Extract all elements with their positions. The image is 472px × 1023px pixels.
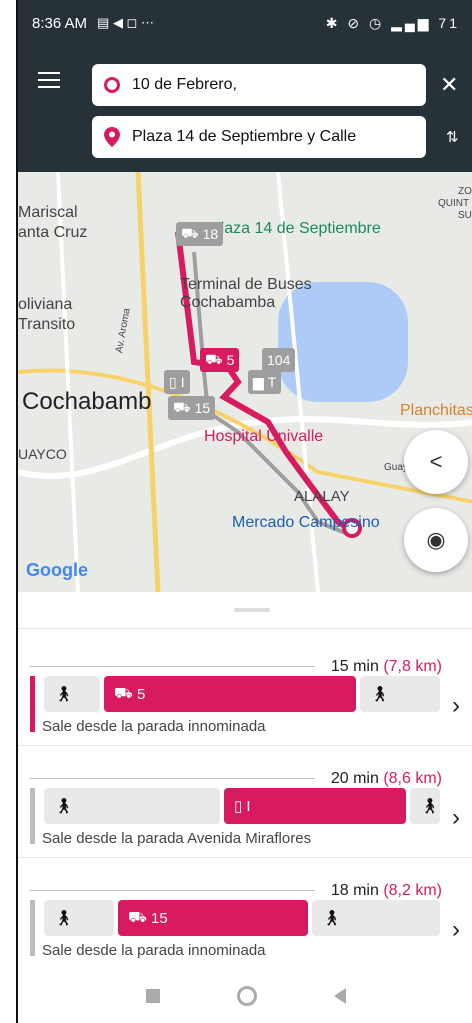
bus-segment: ⛟ 5 — [104, 676, 356, 712]
chevron-right-icon[interactable]: › — [452, 804, 460, 832]
route-time: 18 min (8,2 km) — [330, 882, 442, 899]
menu-icon[interactable] — [38, 72, 60, 88]
google-logo: Google — [26, 560, 88, 580]
destination-pin-icon — [104, 127, 120, 147]
route-accent — [30, 676, 35, 732]
origin-field[interactable]: 10 de Febrero, — [92, 64, 426, 106]
map-label-mercado: Mercado Campesino — [232, 514, 380, 531]
walk-icon: 🚶︎ — [420, 798, 440, 815]
walk-segment: 🚶︎ — [44, 676, 100, 712]
walk-icon: 🚶︎ — [370, 686, 390, 703]
map-chip-104: 104 — [262, 348, 296, 372]
origin-ring-icon — [104, 77, 120, 93]
car-icon: ▆ — [253, 373, 264, 390]
route-line — [30, 778, 315, 779]
swap-icon[interactable]: ⇅ — [446, 128, 459, 146]
bus-icon: ⛟ — [181, 224, 199, 241]
walk-segment: 🚶︎ — [312, 900, 440, 936]
map-label-mariscal: Mariscal — [18, 204, 78, 221]
walk-icon: 🚶︎ — [54, 910, 74, 927]
map-label-planchitas: Planchitas — [400, 402, 472, 419]
walk-icon: 🚶︎ — [54, 686, 74, 703]
status-time: 8:36 AM — [32, 14, 88, 32]
route-line — [30, 666, 315, 667]
app-frame: 8:36 AM ▤ ◀ ◻ ⋯ ✱ ⊘ ◷ ▂▄▆ 71 10 de Febre… — [16, 0, 472, 1023]
system-nav-bar — [18, 968, 472, 1023]
walk-segment: 🚶︎ — [360, 676, 440, 712]
map-label-hospital: Hospital Univalle — [204, 428, 324, 445]
route-line — [30, 890, 315, 891]
map-label-plaza: Plaza 14 de Septiembre — [210, 220, 381, 237]
route-option-3[interactable]: 18 min (8,2 km) 🚶︎ ⛟ 15 🚶︎ Sale desde la… — [18, 852, 472, 962]
home-icon[interactable] — [236, 985, 257, 1006]
route-time: 15 min (7,8 km) — [330, 658, 442, 675]
map-chip-rail: ▯ I — [164, 370, 190, 394]
map-view[interactable]: Mariscal anta Cruz oliviana Transito Pla… — [18, 172, 472, 592]
route-description: Sale desde la parada innominada — [42, 718, 266, 735]
map-label-quint: QUINT — [438, 198, 470, 209]
rail-icon: ▯ — [234, 798, 247, 815]
map-label-su: SU — [458, 210, 472, 221]
map-label-terminal-2: Cochabamba — [180, 294, 276, 311]
map-chip-bus-5: ⛟ 5 — [200, 348, 240, 372]
walk-segment: 🚶︎ — [410, 788, 440, 824]
route-option-2[interactable]: 20 min (8,6 km) 🚶︎ ▯ I 🚶︎ Sale desde la … — [18, 740, 472, 850]
map-label-zo: ZO — [458, 186, 472, 197]
walk-segment: 🚶︎ — [44, 900, 114, 936]
bus-icon: ⛟ — [128, 908, 152, 926]
my-location-icon: ◉ — [426, 527, 446, 552]
routes-sheet: 15 min (7,8 km) 🚶︎ ⛟ 5 🚶︎ Sale desde la … — [18, 592, 472, 972]
route-accent — [30, 788, 35, 844]
map-label-uayco: UAYCO — [18, 446, 67, 462]
search-header: 10 de Febrero, ✕ Plaza 14 de Septiembre … — [18, 46, 472, 172]
status-right-icons: ✱ ⊘ ◷ ▂▄▆ 71 — [325, 14, 460, 31]
bus-segment: ⛟ 15 — [118, 900, 308, 936]
walk-icon: 🚶︎ — [322, 910, 342, 927]
route-time: 20 min (8,6 km) — [330, 770, 442, 787]
chevron-right-icon[interactable]: › — [452, 692, 460, 720]
destination-text: Plaza 14 de Septiembre y Calle — [132, 128, 357, 145]
map-label-alalay: ALALAY — [294, 488, 350, 505]
bus-icon: ⛟ — [114, 684, 138, 702]
close-icon[interactable]: ✕ — [440, 72, 458, 98]
bus-icon: ⛟ — [173, 398, 191, 415]
share-icon: < — [429, 449, 443, 474]
origin-text: 10 de Febrero, — [132, 76, 237, 93]
locate-button[interactable]: ◉ — [404, 508, 468, 572]
map-chip-bus-15: ⛟ 15 — [168, 396, 216, 420]
route-description: Sale desde la parada innominada — [42, 942, 266, 959]
walk-icon: 🚶︎ — [54, 798, 74, 815]
map-label-boliviana: oliviana — [18, 296, 73, 313]
map-label-cochabamba: Cochabamb — [22, 388, 152, 415]
route-option-1[interactable]: 15 min (7,8 km) 🚶︎ ⛟ 5 🚶︎ Sale desde la … — [18, 628, 472, 738]
walk-segment: 🚶︎ — [44, 788, 220, 824]
status-bar: 8:36 AM ▤ ◀ ◻ ⋯ ✱ ⊘ ◷ ▂▄▆ 71 — [18, 0, 472, 46]
map-label-santa-cruz: anta Cruz — [18, 224, 88, 241]
bus-icon: ⛟ — [205, 350, 223, 367]
rail-icon: ▯ — [169, 373, 177, 390]
chevron-right-icon[interactable]: › — [452, 916, 460, 944]
map-chip-car: ▆ T — [248, 370, 282, 394]
back-icon[interactable] — [333, 987, 346, 1004]
rail-segment: ▯ I — [224, 788, 406, 824]
route-accent — [30, 900, 35, 956]
map-chip-bus-18: ⛟ 18 — [176, 222, 224, 246]
route-description: Sale desde la parada Avenida Miraflores — [42, 830, 312, 847]
sheet-handle[interactable] — [234, 608, 270, 612]
status-left-icons: ▤ ◀ ◻ ⋯ — [97, 15, 154, 30]
map-label-terminal: Terminal de Buses — [180, 276, 312, 293]
destination-field[interactable]: Plaza 14 de Septiembre y Calle — [92, 116, 426, 158]
map-label-transito: Transito — [18, 316, 76, 333]
share-button[interactable]: < — [404, 430, 468, 494]
recents-icon[interactable] — [146, 988, 161, 1003]
